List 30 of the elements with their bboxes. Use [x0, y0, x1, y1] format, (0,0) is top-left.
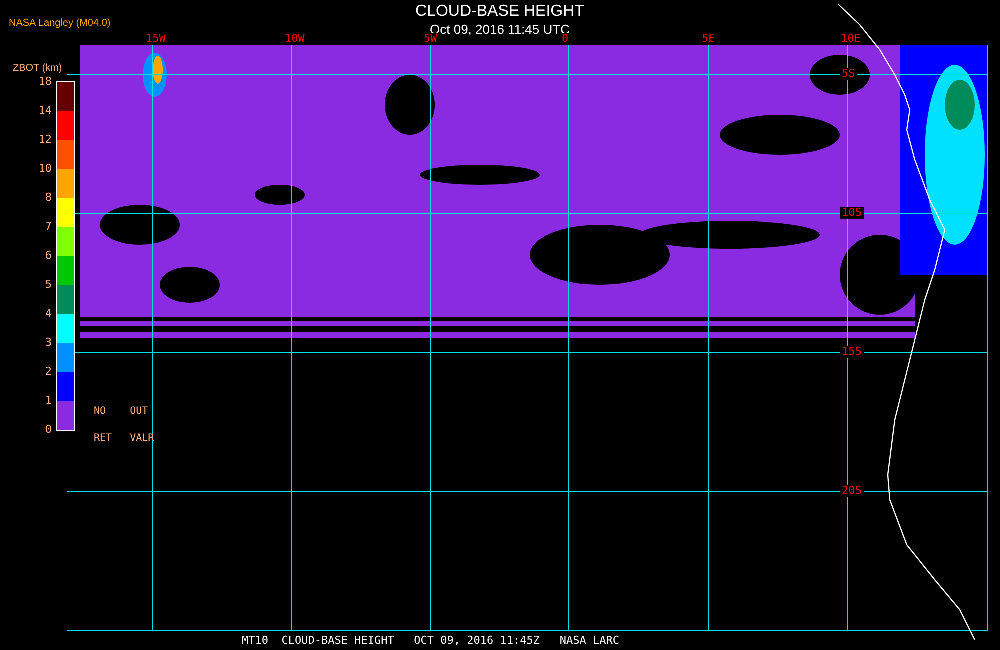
legend-tick-label: 4 [44, 308, 52, 322]
legend-tick-label: 5 [44, 279, 52, 293]
legend-tick-label: 2 [44, 366, 52, 380]
legend-note: RET [94, 432, 114, 446]
longitude-label: 15W [146, 33, 166, 45]
legend-note: NO [94, 405, 108, 419]
legend-tick-label: 6 [44, 250, 52, 264]
legend-tick-label: 7 [44, 221, 52, 235]
producer-label: NASA Langley (M04.0) [9, 17, 111, 31]
longitude-label: 10E [841, 33, 861, 45]
legend-tick-label: 1 [44, 395, 52, 409]
legend-tick-label: 12 [38, 134, 52, 148]
legend-title: ZBOT (km) [13, 62, 62, 76]
latitude-label: 5S [840, 68, 858, 80]
legend-tick-label: 0 [44, 424, 52, 438]
chart-title: CLOUD-BASE HEIGHT [416, 2, 584, 22]
footer-caption: MT10 CLOUD-BASE HEIGHT OCT 09, 2016 11:45Z NASA LARC [242, 635, 620, 647]
latitude-label: 20S [840, 485, 864, 497]
legend-tick-label: 10 [38, 163, 52, 177]
latitude-label: 10S [840, 207, 864, 219]
legend-tick-label: 8 [44, 192, 52, 206]
longitude-label: 5W [424, 33, 438, 45]
legend-tick-label: 18 [38, 76, 52, 90]
legend-tick-label: 3 [44, 337, 52, 351]
legend-tick-label: 14 [38, 105, 52, 119]
longitude-label: 5E [702, 33, 716, 45]
longitude-label: 10W [285, 33, 305, 45]
longitude-label: 0 [562, 33, 569, 45]
legend-note: OUT [130, 405, 150, 419]
latitude-label: 15S [840, 346, 864, 358]
